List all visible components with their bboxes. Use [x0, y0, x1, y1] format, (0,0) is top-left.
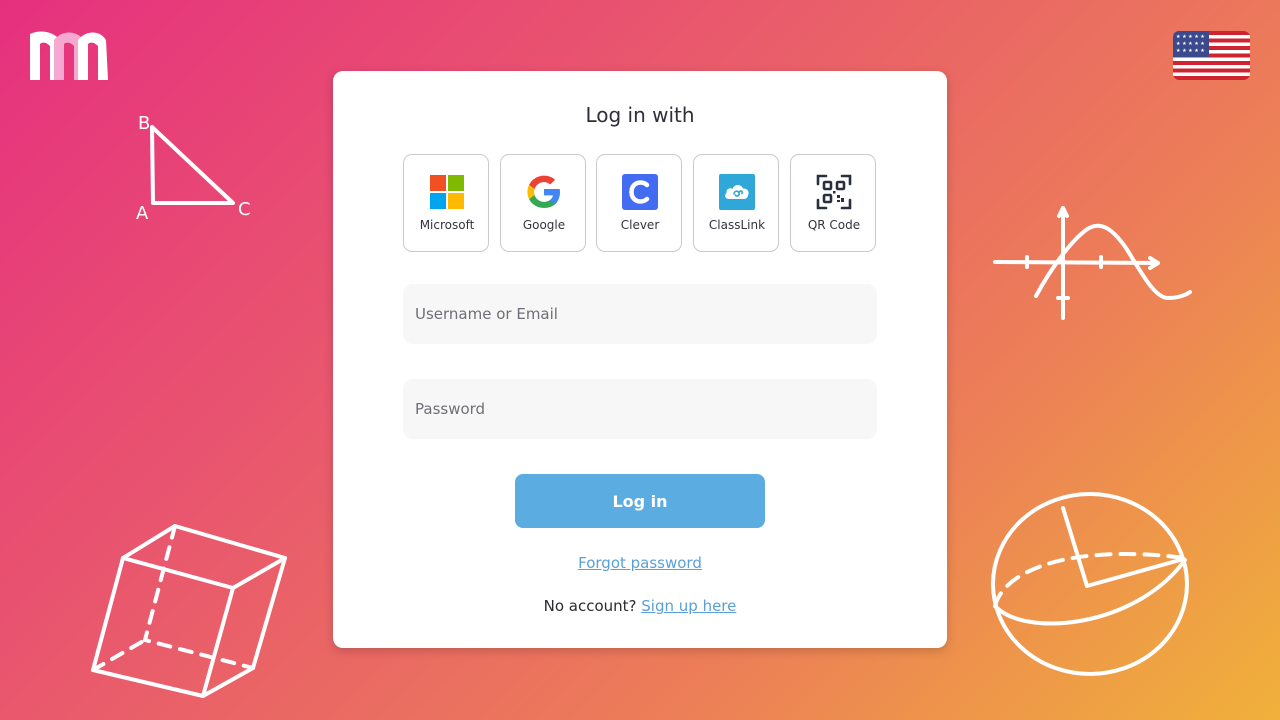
forgot-password-row: Forgot password	[333, 554, 947, 572]
qr-code-login-button[interactable]: QR Code	[790, 154, 876, 252]
triangle-doodle: B A C	[136, 113, 251, 224]
classlink-icon	[719, 174, 755, 210]
username-input[interactable]	[403, 284, 877, 344]
sphere-doodle	[991, 492, 1189, 676]
google-login-button[interactable]: Google	[500, 154, 586, 252]
logo[interactable]	[30, 30, 108, 82]
triangle-label-c: C	[238, 199, 251, 220]
us-flag-icon[interactable]: ★ ★ ★ ★ ★ ★ ★ ★ ★ ★ ★ ★ ★ ★ ★	[1173, 31, 1250, 80]
google-icon	[527, 175, 560, 208]
no-account-text: No account?	[543, 597, 642, 615]
triangle-label-b: B	[138, 113, 150, 134]
page-background: ★ ★ ★ ★ ★ ★ ★ ★ ★ ★ ★ ★ ★ ★ ★ B A C Log …	[0, 0, 1280, 720]
signup-link[interactable]: Sign up here	[641, 597, 736, 615]
google-label: Google	[522, 218, 566, 232]
triangle-label-a: A	[136, 203, 149, 224]
microsoft-icon	[430, 175, 464, 209]
microsoft-label: Microsoft	[419, 218, 475, 232]
cube-doodle	[91, 524, 287, 698]
clever-login-button[interactable]: Clever	[596, 154, 682, 252]
signup-row: No account? Sign up here	[333, 597, 947, 615]
login-button[interactable]: Log in	[515, 474, 765, 528]
svg-text:★ ★ ★ ★ ★: ★ ★ ★ ★ ★	[1176, 41, 1205, 47]
password-input[interactable]	[403, 379, 877, 439]
graph-doodle	[993, 206, 1192, 320]
svg-text:★ ★ ★ ★ ★: ★ ★ ★ ★ ★	[1176, 48, 1205, 54]
forgot-password-link[interactable]: Forgot password	[578, 554, 702, 572]
qr-code-label: QR Code	[807, 218, 861, 232]
login-providers: Microsoft Google Clever ClassLink QR Cod…	[403, 154, 877, 254]
login-title: Log in with	[585, 103, 695, 127]
clever-label: Clever	[620, 218, 660, 232]
login-card: Log in with Microsoft Google Clever Clas…	[333, 71, 947, 648]
svg-text:★ ★ ★ ★ ★: ★ ★ ★ ★ ★	[1176, 34, 1205, 40]
classlink-label: ClassLink	[708, 218, 766, 232]
qr-code-icon	[816, 174, 852, 210]
clever-icon	[622, 174, 658, 210]
classlink-login-button[interactable]: ClassLink	[693, 154, 779, 252]
microsoft-login-button[interactable]: Microsoft	[403, 154, 489, 252]
